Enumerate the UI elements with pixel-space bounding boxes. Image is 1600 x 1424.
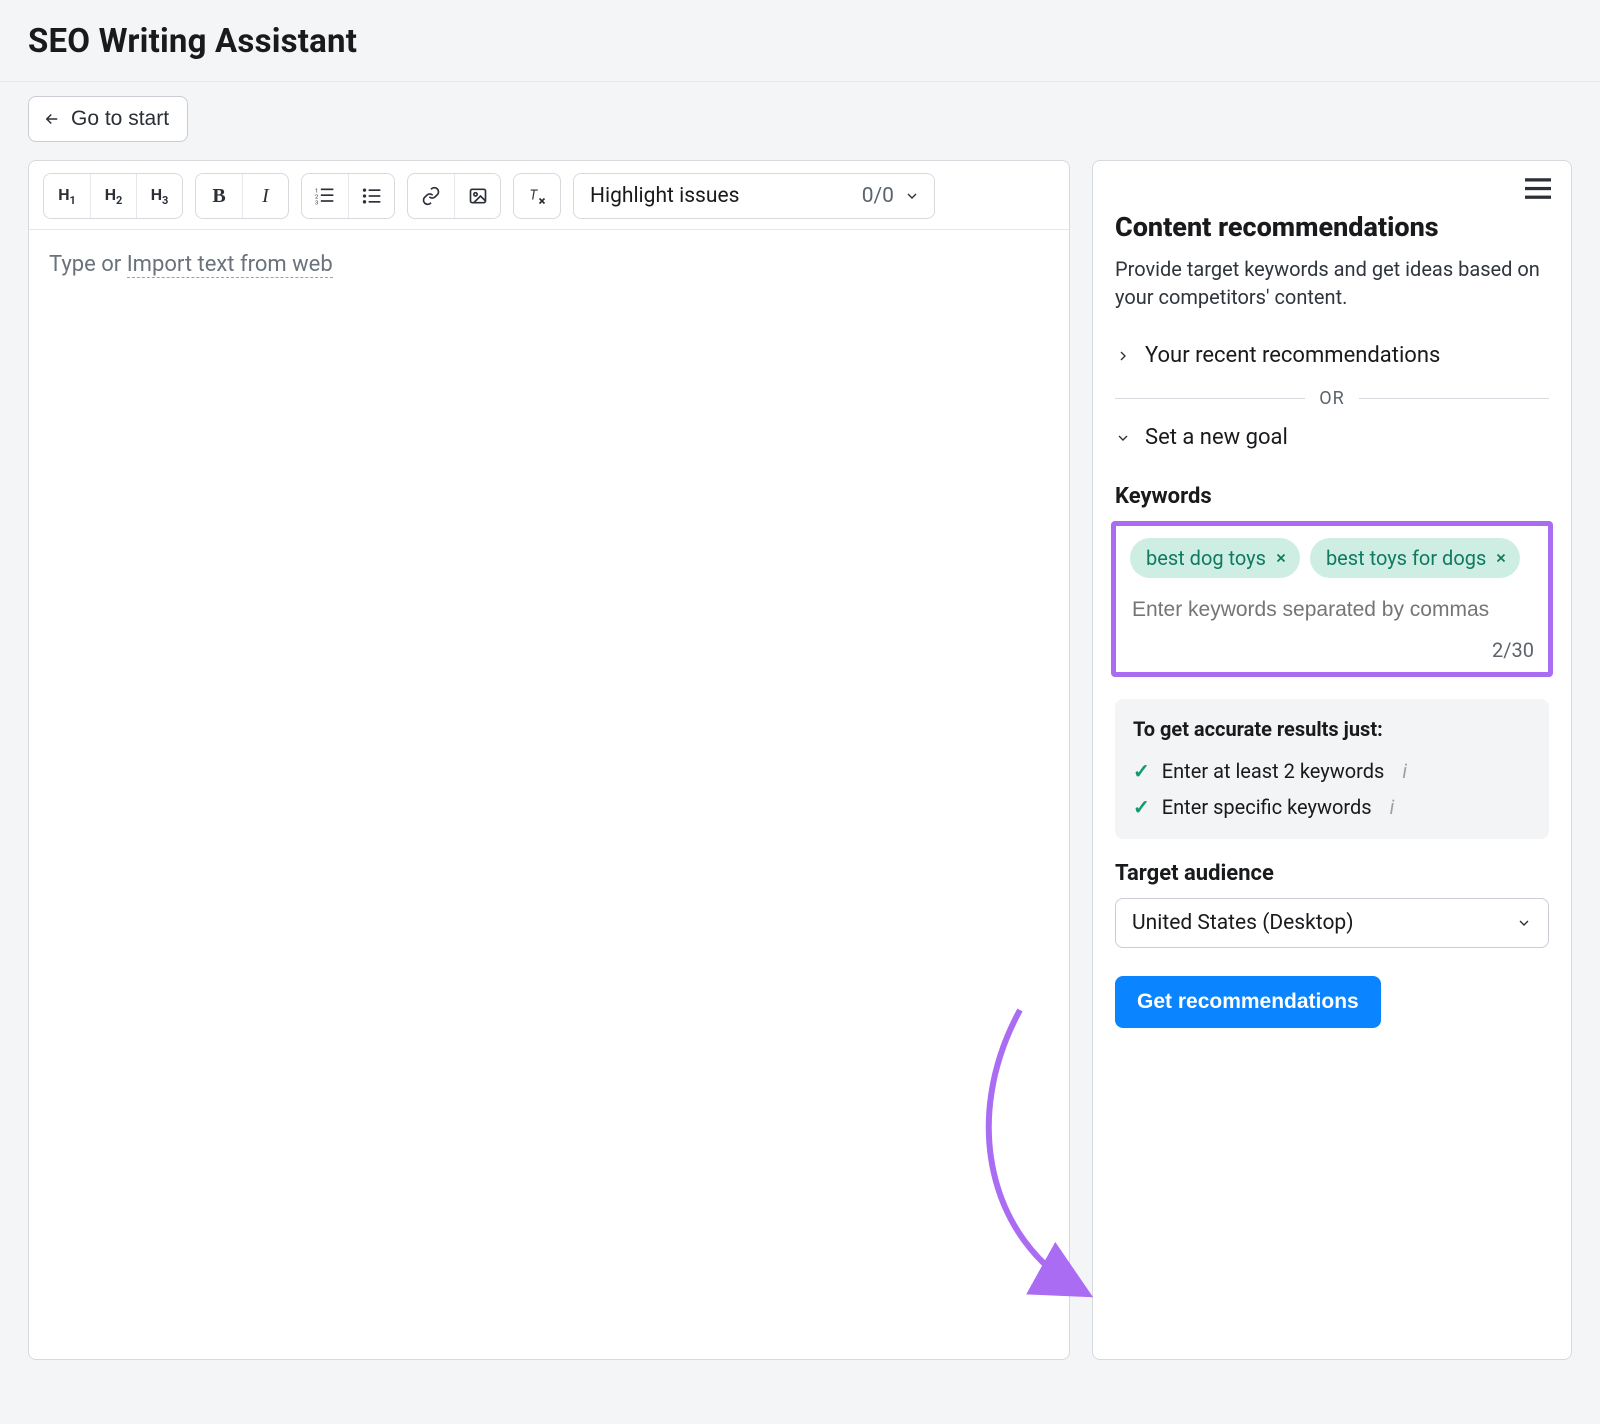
keywords-count: 2/30	[1130, 638, 1534, 662]
tip-row: ✓ Enter at least 2 keywords i	[1133, 753, 1531, 789]
set-new-goal-label: Set a new goal	[1145, 425, 1288, 450]
keyword-tag-label: best toys for dogs	[1326, 546, 1486, 570]
highlight-issues-select[interactable]: Highlight issues 0/0	[573, 173, 935, 219]
or-label: OR	[1319, 388, 1344, 409]
h2-icon: H2	[105, 185, 123, 207]
editor-body[interactable]: Type or Import text from web	[29, 229, 1069, 1359]
unordered-list-button[interactable]	[348, 174, 394, 218]
recommendations-sidebar: Content recommendations Provide target k…	[1092, 160, 1572, 1360]
h1-icon: H1	[58, 185, 76, 207]
chevron-down-icon	[1115, 430, 1131, 446]
h3-icon: H3	[151, 185, 169, 207]
target-audience-select[interactable]: United States (Desktop)	[1115, 898, 1549, 948]
svg-text:T: T	[530, 188, 539, 203]
tip-text: Enter specific keywords	[1162, 795, 1372, 819]
page-title: SEO Writing Assistant	[28, 22, 1572, 61]
tip-text: Enter at least 2 keywords	[1162, 759, 1385, 783]
keyword-tag: best toys for dogs	[1310, 538, 1520, 578]
link-icon	[421, 186, 441, 206]
tips-box: To get accurate results just: ✓ Enter at…	[1115, 699, 1549, 839]
check-icon: ✓	[1133, 795, 1150, 819]
chevron-down-icon	[904, 188, 920, 204]
editor-panel: H1 H2 H3 B I 1 2 3	[28, 160, 1070, 1360]
keyword-tag-label: best dog toys	[1146, 546, 1266, 570]
h3-button[interactable]: H3	[136, 174, 182, 218]
h2-button[interactable]: H2	[90, 174, 136, 218]
recent-recommendations-label: Your recent recommendations	[1145, 343, 1440, 368]
format-group: B I	[195, 173, 289, 219]
editor-toolbar: H1 H2 H3 B I 1 2 3	[29, 161, 1069, 229]
clear-formatting-icon: T	[527, 186, 547, 206]
sidebar-title: Content recommendations	[1115, 211, 1549, 243]
info-icon[interactable]: i	[1384, 795, 1395, 819]
chevron-right-icon	[1115, 348, 1131, 364]
remove-keyword-icon[interactable]	[1494, 546, 1508, 570]
sidebar-menu-icon[interactable]	[1525, 177, 1551, 199]
keyword-tag: best dog toys	[1130, 538, 1300, 578]
app-header: SEO Writing Assistant	[0, 0, 1600, 82]
or-divider: OR	[1115, 388, 1549, 409]
set-new-goal-toggle[interactable]: Set a new goal	[1115, 413, 1549, 462]
close-icon	[1494, 551, 1508, 565]
h1-button[interactable]: H1	[44, 174, 90, 218]
import-text-link[interactable]: Import text from web	[127, 252, 333, 278]
recent-recommendations-toggle[interactable]: Your recent recommendations	[1115, 331, 1549, 380]
image-button[interactable]	[454, 174, 500, 218]
heading-group: H1 H2 H3	[43, 173, 183, 219]
clear-group: T	[513, 173, 561, 219]
link-button[interactable]	[408, 174, 454, 218]
unordered-list-icon	[362, 186, 382, 206]
insert-group	[407, 173, 501, 219]
clear-formatting-button[interactable]: T	[514, 174, 560, 218]
go-to-start-button[interactable]: Go to start	[28, 96, 188, 142]
check-icon: ✓	[1133, 759, 1150, 783]
highlight-issues-label: Highlight issues	[590, 184, 739, 208]
list-group: 1 2 3	[301, 173, 395, 219]
arrow-left-icon	[43, 110, 61, 128]
keyword-tags: best dog toys best toys for dogs	[1130, 538, 1534, 578]
keywords-heading: Keywords	[1115, 484, 1549, 509]
italic-button[interactable]: I	[242, 174, 288, 218]
tip-row: ✓ Enter specific keywords i	[1133, 789, 1531, 825]
svg-text:3: 3	[315, 200, 318, 206]
ordered-list-button[interactable]: 1 2 3	[302, 174, 348, 218]
bold-button[interactable]: B	[196, 174, 242, 218]
tips-title: To get accurate results just:	[1133, 717, 1531, 741]
bold-icon: B	[212, 185, 225, 208]
sub-toolbar: Go to start	[0, 82, 1600, 160]
keywords-input-box: best dog toys best toys for dogs 2/30	[1111, 521, 1553, 677]
get-recommendations-button[interactable]: Get recommendations	[1115, 976, 1381, 1028]
highlight-issues-count: 0/0	[862, 184, 894, 208]
work-area: H1 H2 H3 B I 1 2 3	[0, 160, 1600, 1388]
info-icon[interactable]: i	[1396, 759, 1407, 783]
target-audience-value: United States (Desktop)	[1132, 911, 1354, 935]
sidebar-description: Provide target keywords and get ideas ba…	[1115, 255, 1549, 311]
keywords-input[interactable]	[1130, 592, 1534, 628]
close-icon	[1274, 551, 1288, 565]
ordered-list-icon: 1 2 3	[315, 186, 335, 206]
audience-heading: Target audience	[1115, 861, 1549, 886]
editor-placeholder-prefix: Type or	[49, 252, 127, 277]
go-to-start-label: Go to start	[71, 107, 169, 131]
remove-keyword-icon[interactable]	[1274, 546, 1288, 570]
italic-icon: I	[262, 185, 269, 208]
image-icon	[468, 186, 488, 206]
chevron-down-icon	[1516, 915, 1532, 931]
